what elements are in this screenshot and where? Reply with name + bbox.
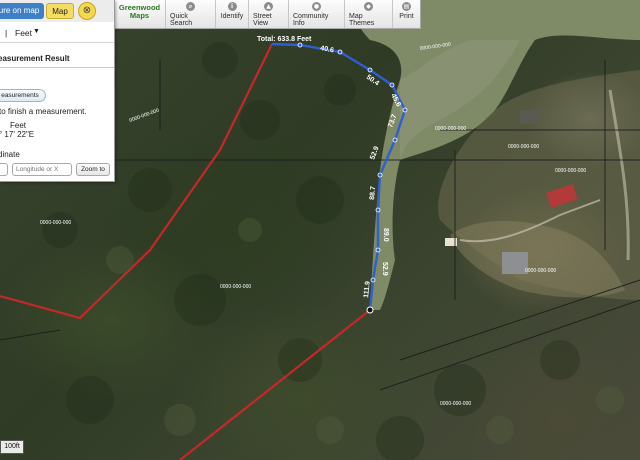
close-icon[interactable]: ⊗ [78, 2, 96, 20]
longitude-field[interactable] [12, 163, 72, 176]
segment-label: 52.9 [381, 262, 388, 276]
clear-measurements-button[interactable]: easurements [0, 89, 46, 102]
zoom-to-button[interactable]: Zoom to [76, 163, 110, 176]
print-icon: ▤ [402, 2, 411, 11]
parcel-id: 0000-000-000 [435, 126, 466, 132]
measurement-result-title: easurement Result [0, 54, 70, 63]
building [520, 110, 540, 124]
map-themes-button[interactable]: ◆ Map Themes [345, 0, 393, 28]
measurement-end-marker [366, 306, 374, 314]
divider [0, 67, 114, 68]
unit-row: | Feet ▼ [0, 25, 114, 43]
map-themes-label: Map Themes [349, 13, 375, 27]
unit-select[interactable]: Feet [15, 28, 32, 38]
identify-label: Identify [220, 13, 244, 20]
search-icon: ⌕ [186, 2, 195, 11]
bearing-value: ° 17' 22"E [0, 130, 35, 139]
street-view-button[interactable]: ▲ Street View [249, 0, 289, 28]
tab-map[interactable]: Map [46, 3, 74, 19]
feet-label: Feet [10, 121, 27, 130]
parcel-id: 0000-000-000 [508, 144, 539, 150]
parcel-id: 0000-000-000 [129, 108, 161, 124]
segment-label: 89.0 [382, 228, 389, 242]
community-info-icon: ● [312, 2, 321, 11]
greenwood-maps-logo[interactable]: Greenwood Maps [114, 0, 166, 28]
brand-line-2: Maps [129, 11, 150, 20]
quick-search-label: Quick Search [170, 13, 193, 27]
chevron-down-icon[interactable]: ▼ [33, 28, 40, 35]
coordinate-label: dinate [0, 150, 20, 159]
scale-bar: 100ft [0, 440, 24, 454]
unit-separator: | [5, 28, 8, 38]
street-view-icon: ▲ [264, 2, 273, 11]
tab-measure-on-map[interactable]: ure on map [0, 3, 44, 19]
segment-label: 88.7 [369, 186, 377, 200]
community-info-label: Community Info [293, 13, 329, 27]
parcel-id: 0000-000-000 [555, 168, 586, 174]
parcel-id: 0000-000-000 [220, 284, 251, 290]
parcel-id: 0000-000-000 [440, 401, 471, 407]
finish-instruction: to finish a measurement. [0, 107, 87, 116]
measurement-total: Total: 633.8 Feet [257, 36, 312, 43]
panel-tabs: ure on map Map ⊗ [0, 0, 114, 22]
community-info-button[interactable]: ● Community Info [289, 0, 345, 28]
quick-search-button[interactable]: ⌕ Quick Search [166, 0, 216, 28]
map-themes-icon: ◆ [364, 2, 373, 11]
identify-button[interactable]: i Identify [216, 0, 249, 28]
segment-label: 52.9 [369, 145, 380, 160]
print-label: Print [399, 13, 414, 20]
latitude-field[interactable] [0, 163, 8, 176]
street-view-label: Street View [253, 13, 272, 27]
measurement-panel: ure on map Map ⊗ | Feet ▼ easurement Res… [0, 0, 115, 182]
info-icon: i [227, 2, 237, 11]
print-button[interactable]: ▤ Print [393, 0, 420, 28]
parcel-id: 0000-000-000 [40, 220, 71, 226]
top-toolbar: Greenwood Maps ⌕ Quick Search i Identify… [113, 0, 421, 29]
segment-label: 40.6 [320, 45, 335, 54]
parcel-id: 0000-000-000 [525, 268, 556, 274]
